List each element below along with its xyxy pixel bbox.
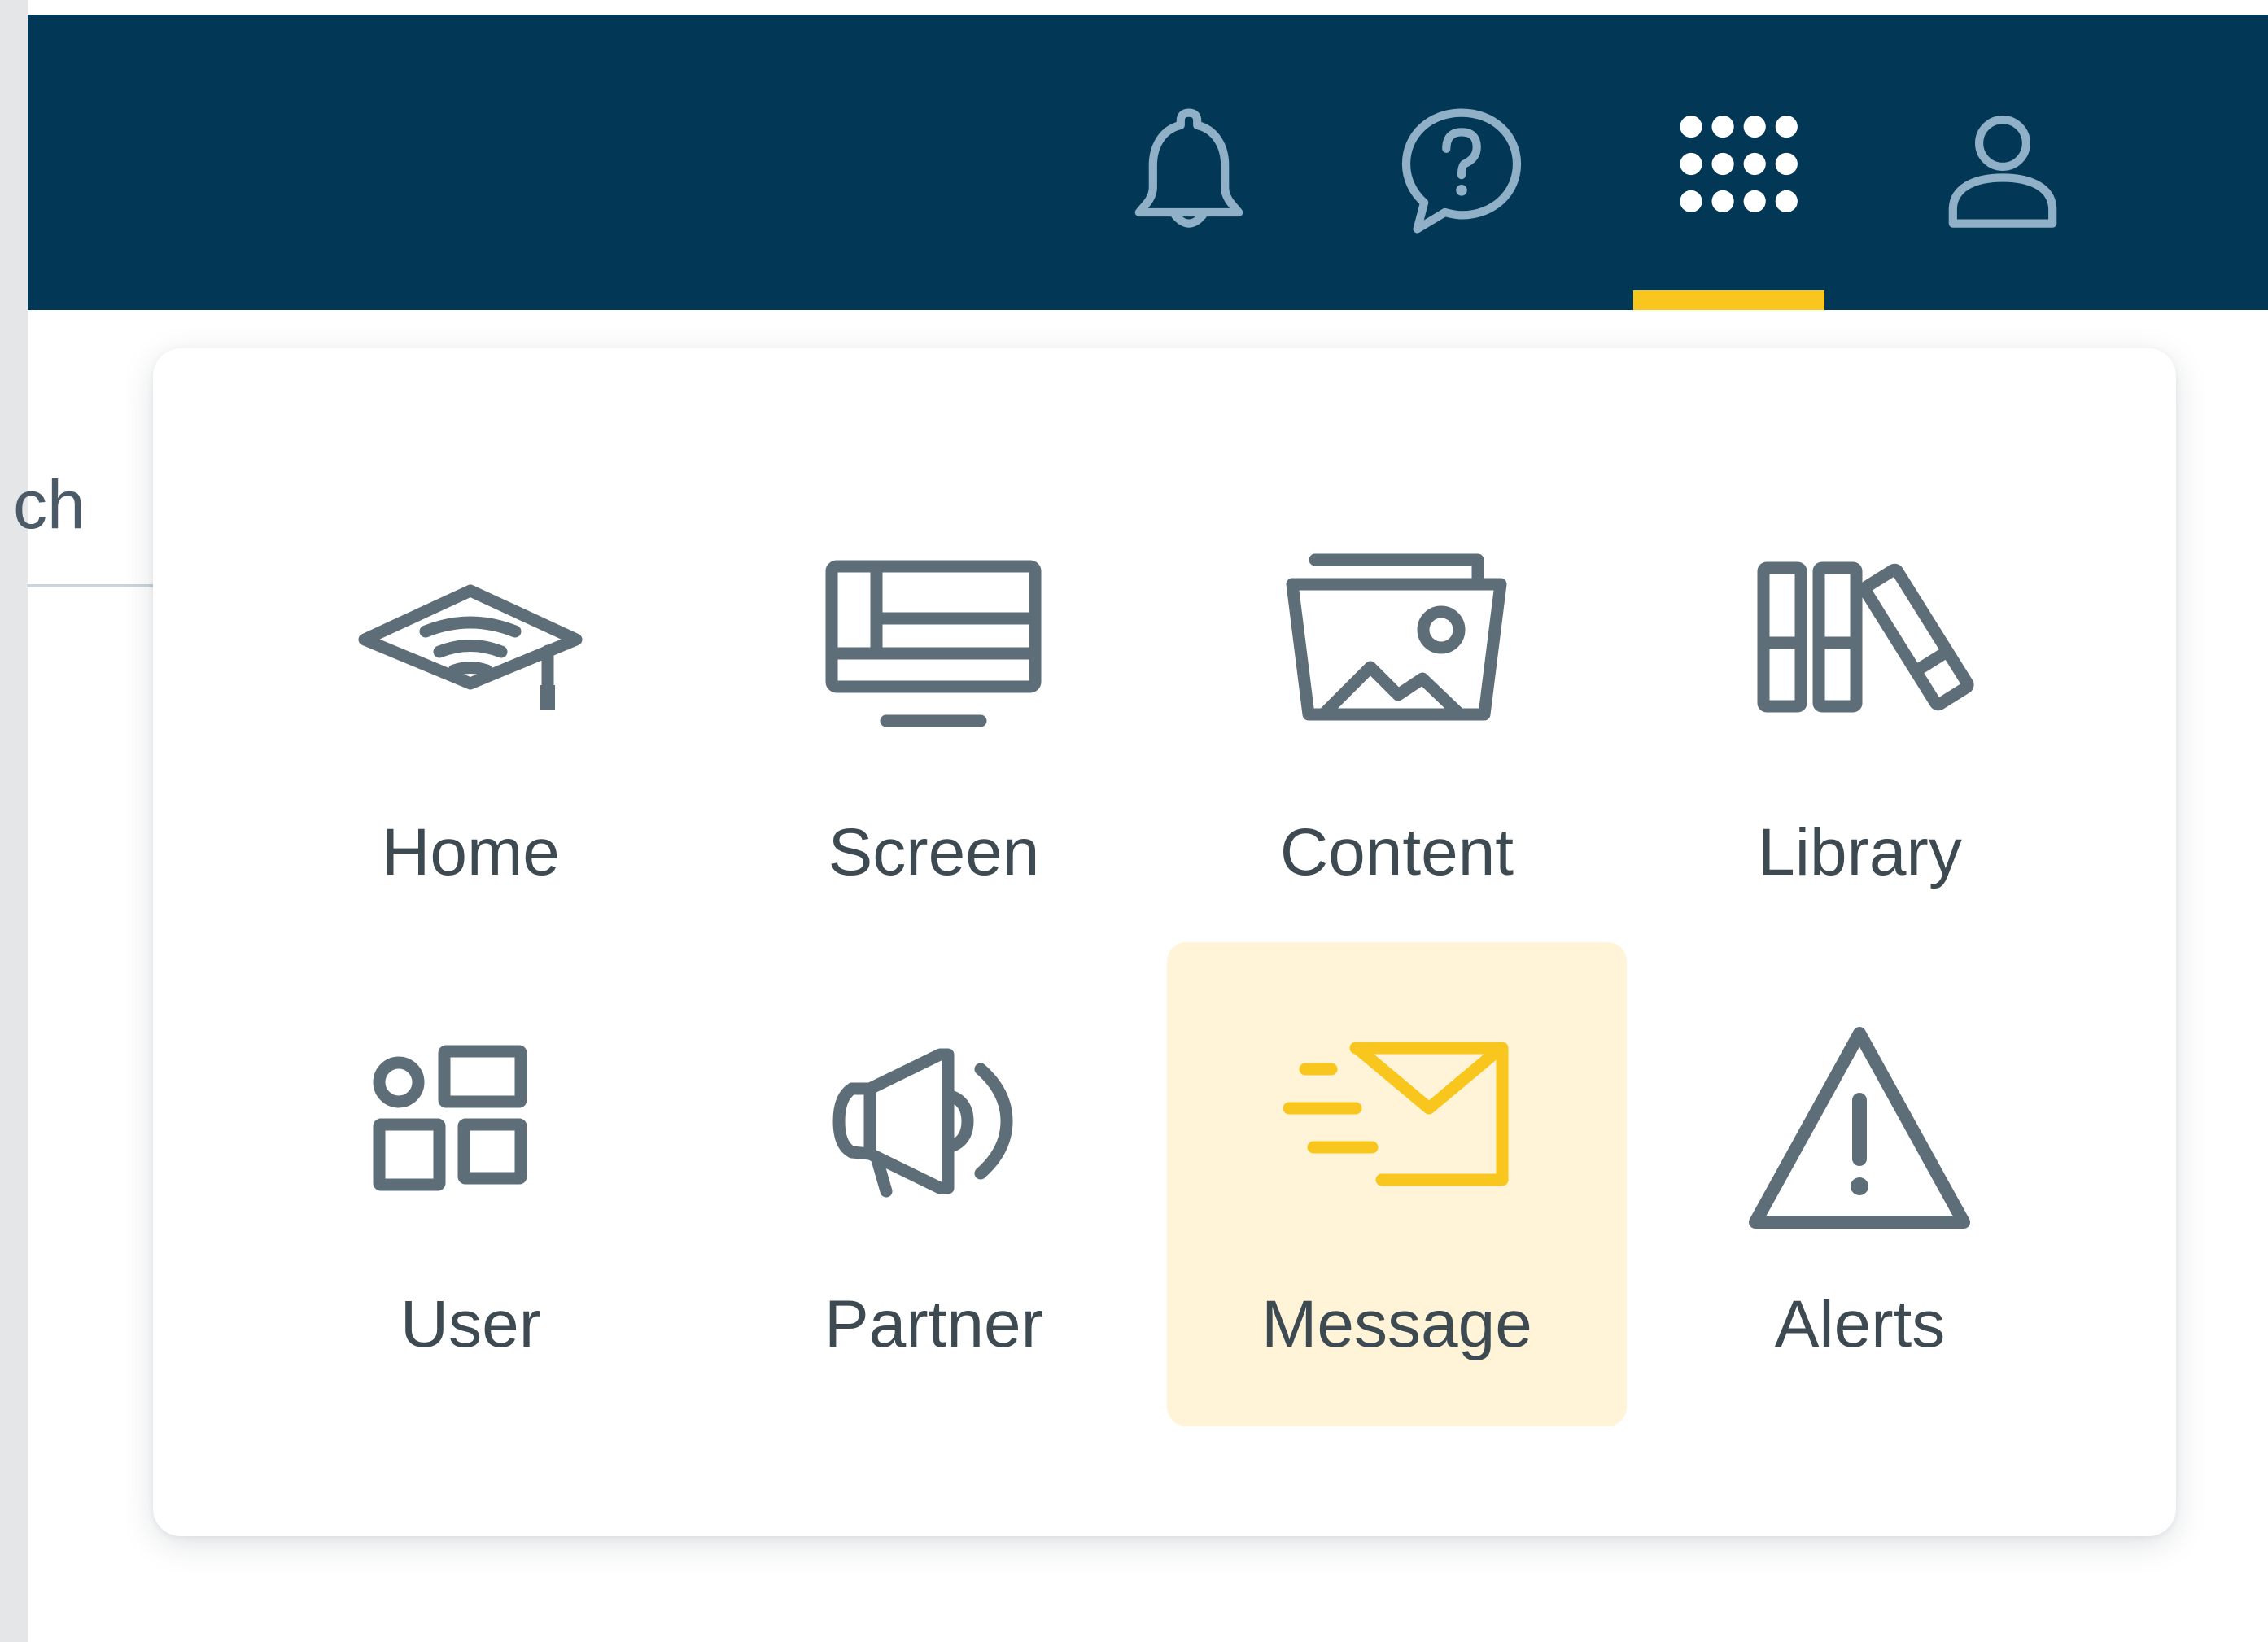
app-launcher-panel: Home Screen Content Library User Partner… xyxy=(153,348,2176,1536)
photo-folder-icon xyxy=(1274,527,1519,771)
help-button[interactable] xyxy=(1392,102,1531,240)
envelope-icon xyxy=(1274,1007,1519,1251)
megaphone-icon xyxy=(811,1007,1055,1251)
app-label-partner: Partner xyxy=(824,1287,1043,1361)
search-placeholder-text: ch xyxy=(13,466,85,543)
user-profile-button[interactable] xyxy=(1934,102,2072,240)
app-label-home: Home xyxy=(382,815,560,889)
app-grid-icon xyxy=(1680,116,1798,212)
app-tile-content[interactable]: Content xyxy=(1167,527,1627,1011)
left-edge-divider xyxy=(0,0,28,1642)
graduation-cap-icon xyxy=(348,527,592,771)
app-tile-partner[interactable]: Partner xyxy=(704,1007,1164,1491)
app-tile-alerts[interactable]: Alerts xyxy=(1630,1007,2090,1491)
user-widgets-icon xyxy=(348,1007,592,1251)
books-icon xyxy=(1737,527,1982,771)
app-label-library: Library xyxy=(1758,815,1962,889)
app-label-alerts: Alerts xyxy=(1774,1287,1946,1361)
app-tile-message[interactable]: Message xyxy=(1167,942,1627,1426)
app-tile-home[interactable]: Home xyxy=(241,527,701,1011)
help-chat-icon xyxy=(1401,108,1522,234)
app-tile-screen[interactable]: Screen xyxy=(704,527,1164,1011)
monitor-icon xyxy=(811,527,1055,771)
warning-triangle-icon xyxy=(1737,1007,1982,1251)
bell-icon xyxy=(1134,108,1243,228)
app-label-content: Content xyxy=(1279,815,1514,889)
page: ch Home Screen Content Library User Part… xyxy=(0,0,2268,1642)
app-label-screen: Screen xyxy=(828,815,1040,889)
app-tile-user[interactable]: User xyxy=(241,1007,701,1491)
notifications-button[interactable] xyxy=(1120,102,1258,240)
app-label-message: Message xyxy=(1261,1287,1532,1361)
active-tab-indicator xyxy=(1633,290,1824,310)
app-launcher-button[interactable] xyxy=(1663,102,1802,240)
user-profile-icon xyxy=(1948,116,2057,228)
top-navigation-bar xyxy=(28,15,2268,310)
app-tile-library[interactable]: Library xyxy=(1630,527,2090,1011)
app-label-user: User xyxy=(400,1287,542,1361)
